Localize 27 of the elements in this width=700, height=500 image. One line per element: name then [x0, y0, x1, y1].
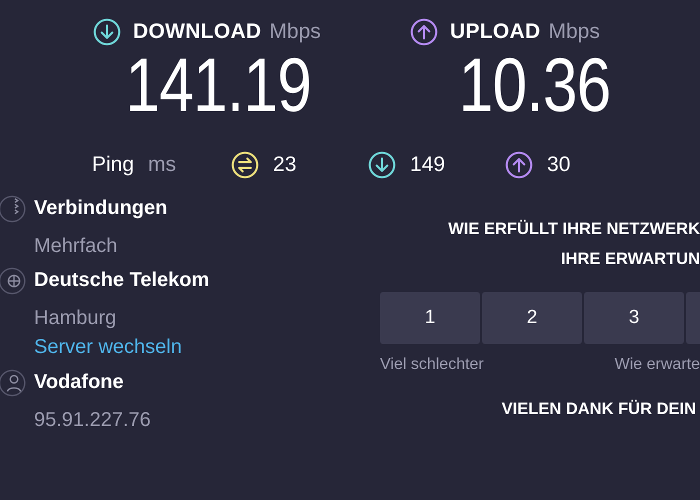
ping-value: 149 [410, 153, 446, 177]
speed-label: UPLOAD [450, 20, 540, 44]
survey-question: IHRE ERWARTUN [560, 249, 700, 270]
scale-label: Viel schlechter [380, 356, 484, 374]
rating-button[interactable]: 3 [584, 292, 684, 344]
info-subtitle: Hamburg [34, 306, 118, 331]
info-title: Vodafone [34, 370, 125, 395]
ping-unit: ms [148, 153, 176, 177]
change-server-link[interactable]: Server wechseln [34, 332, 182, 362]
speed-value: 141.19 [125, 44, 311, 128]
info-title: Deutsche Telekom [34, 268, 210, 293]
survey-question: WIE ERFÜLLT IHRE NETZWERK [447, 218, 700, 240]
speed-value: 10.36 [459, 44, 611, 128]
thanks-message: VIELEN DANK FÜR DEIN [500, 400, 697, 419]
speed-label: DOWNLOAD [133, 20, 262, 44]
speed-unit: Mbps [269, 20, 321, 44]
scale-label: Wie erwarte [614, 356, 700, 374]
info-subtitle: 95.91.227.76 [34, 408, 151, 433]
ping-value: 23 [273, 153, 296, 177]
info-title: Verbindungen [34, 196, 168, 221]
ping-label: Ping [92, 153, 134, 177]
rating-button[interactable]: 1 [380, 292, 480, 344]
two-arrows-icon [231, 151, 260, 179]
ping-value: 30 [547, 153, 570, 177]
speed-unit: Mbps [548, 20, 600, 44]
rating-button[interactable]: 2 [482, 292, 582, 344]
info-subtitle: Mehrfach [34, 234, 118, 259]
